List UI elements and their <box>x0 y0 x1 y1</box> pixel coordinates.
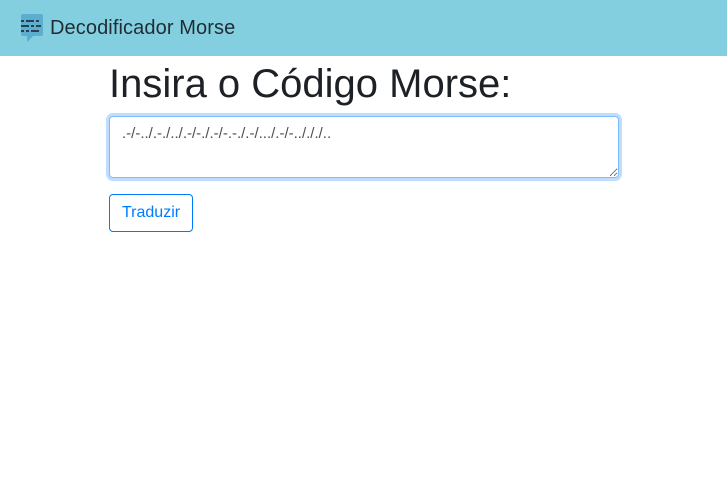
morse-chat-icon[interactable] <box>19 12 45 44</box>
page-heading: Insira o Código Morse: <box>109 62 512 106</box>
navbar: Decodificador Morse <box>0 0 727 56</box>
translate-button[interactable]: Traduzir <box>109 194 194 232</box>
morse-code-input[interactable]: .-/-../.-./../.-/-./.-/-.-./.-/.../.-/-.… <box>109 116 619 178</box>
brand-title[interactable]: Decodificador Morse <box>50 17 235 40</box>
main-content: Insira o Código Morse: .-/-../.-./../.-/… <box>109 56 619 232</box>
